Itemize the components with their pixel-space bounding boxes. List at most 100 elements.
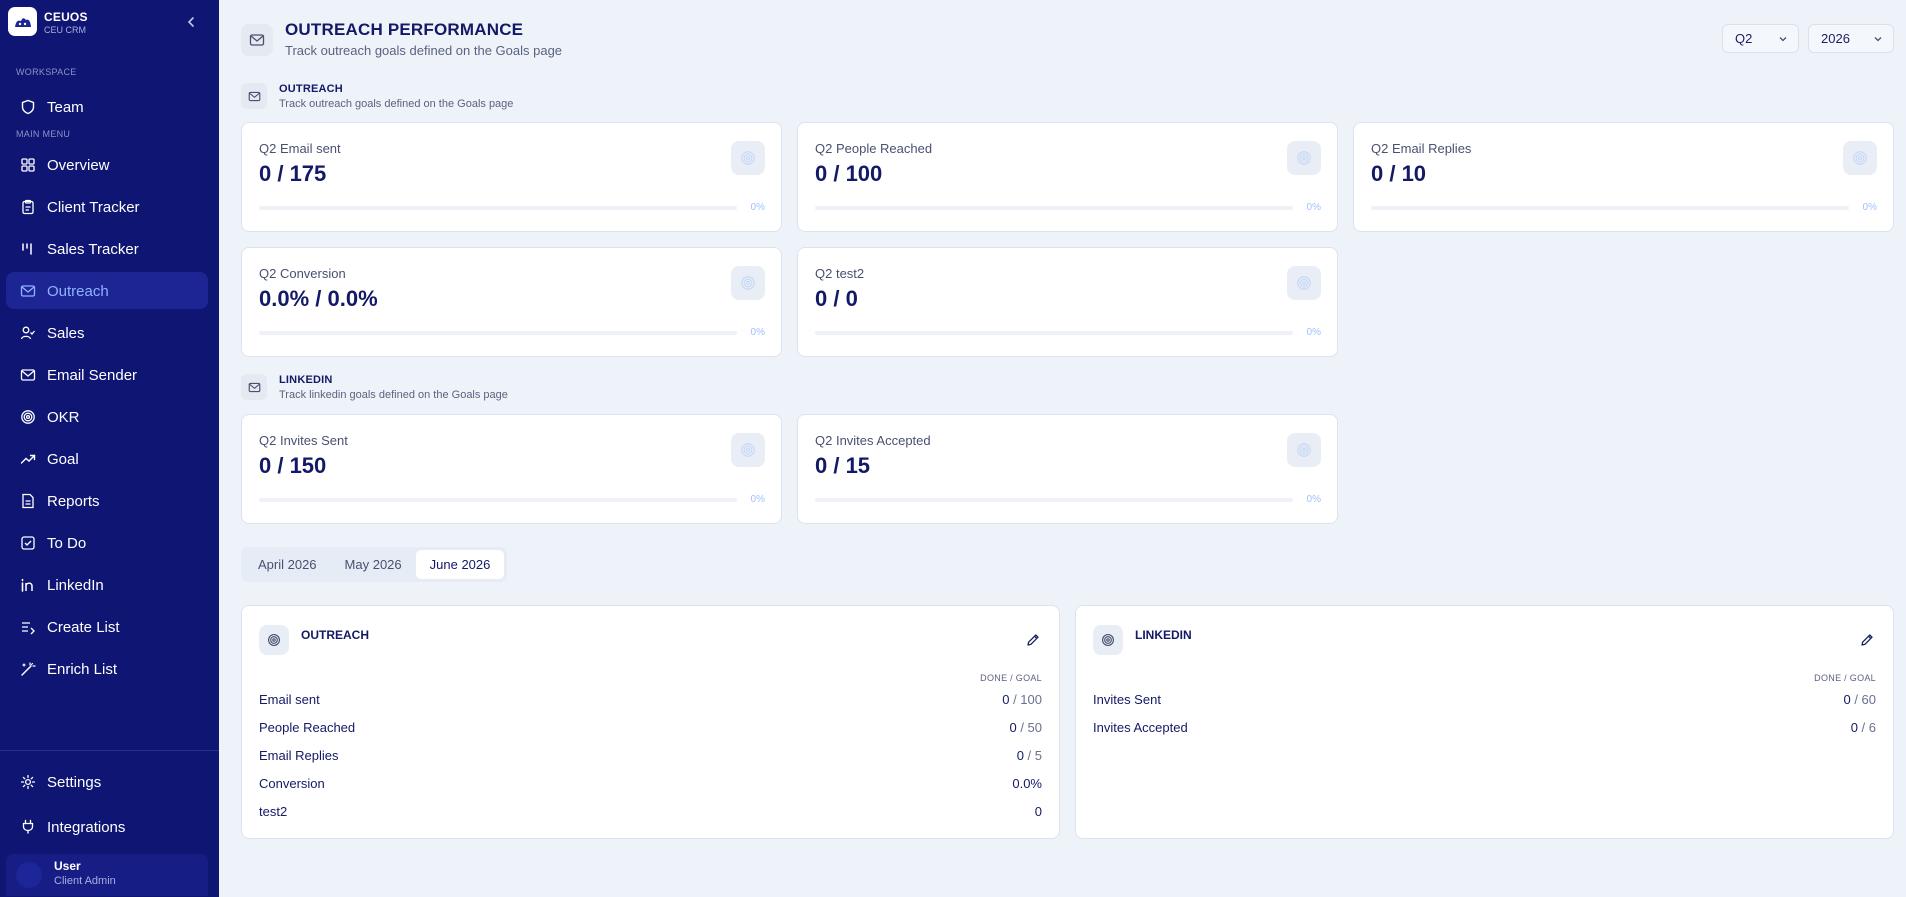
sidebar-item-enrich-list[interactable]: Enrich List bbox=[6, 650, 208, 687]
clipboard-icon bbox=[20, 199, 36, 215]
collapse-sidebar-chevron-left-icon[interactable] bbox=[184, 15, 198, 29]
sidebar-item-goal[interactable]: Goal bbox=[6, 440, 208, 477]
sidebar: CEUOS CEU CRM WORKSPACE Team MAIN MENU O… bbox=[0, 0, 219, 897]
table-row: Email Replies 0 / 5 bbox=[259, 748, 1042, 766]
sidebar-item-label: Enrich List bbox=[47, 661, 118, 678]
kpi-label: Q2 test2 bbox=[815, 266, 865, 281]
row-goal: / 6 bbox=[1857, 720, 1876, 735]
workspace-label: WORKSPACE bbox=[16, 67, 77, 77]
table-row: test2 0 bbox=[259, 804, 1042, 822]
row-metric-name: Email Replies bbox=[259, 748, 339, 763]
kpi-percent: 0% bbox=[1306, 327, 1321, 338]
kpi-value: 0.0% / 0.0% bbox=[259, 286, 378, 311]
sidebar-item-sales-tracker[interactable]: Sales Tracker bbox=[6, 230, 208, 267]
user-role: Client Admin bbox=[54, 875, 116, 887]
brand[interactable]: CEUOS CEU CRM bbox=[8, 7, 211, 37]
row-done-goal: 0.0% bbox=[1012, 776, 1042, 791]
row-done: 0 bbox=[1016, 748, 1024, 763]
table-row: Invites Accepted 0 / 6 bbox=[1093, 720, 1876, 738]
outreach-section-subtitle: Track outreach goals defined on the Goal… bbox=[279, 98, 514, 110]
row-goal: / 50 bbox=[1016, 720, 1042, 735]
list-plus-icon bbox=[20, 619, 36, 635]
target-icon bbox=[1287, 433, 1321, 467]
target-icon bbox=[1287, 141, 1321, 175]
trend-icon bbox=[20, 451, 36, 467]
kpi-label: Q2 Email sent bbox=[259, 141, 341, 156]
linkedin-section-mail-icon bbox=[241, 374, 267, 400]
mail-icon bbox=[20, 367, 36, 383]
table-row: Email sent 0 / 100 bbox=[259, 692, 1042, 710]
sidebar-item-create-list[interactable]: Create List bbox=[6, 608, 208, 645]
kpi-percent: 0% bbox=[750, 202, 765, 213]
progress-bar bbox=[259, 498, 737, 502]
kpi-card: Q2 test2 0 / 0 0% bbox=[797, 247, 1338, 357]
user-profile-card[interactable]: User Client Admin bbox=[6, 854, 208, 896]
sidebar-item-overview[interactable]: Overview bbox=[6, 146, 208, 183]
kpi-label: Q2 Invites Sent bbox=[259, 433, 348, 448]
sidebar-item-label: Overview bbox=[47, 157, 110, 174]
row-done-goal: 0 / 60 bbox=[1843, 692, 1876, 707]
sidebar-item-sales[interactable]: Sales bbox=[6, 314, 208, 351]
quarter-select[interactable]: Q2 bbox=[1722, 24, 1799, 53]
kpi-card: Q2 Email sent 0 / 175 0% bbox=[241, 122, 782, 232]
month-tabs: April 2026 May 2026 June 2026 bbox=[241, 547, 508, 582]
kpi-card: Q2 Invites Sent 0 / 150 0% bbox=[241, 414, 782, 524]
sidebar-item-label: Email Sender bbox=[47, 367, 138, 384]
chevron-down-icon bbox=[1778, 34, 1788, 44]
kpi-value: 0 / 15 bbox=[815, 453, 871, 478]
sidebar-item-reports[interactable]: Reports bbox=[6, 482, 208, 519]
sidebar-item-label: Outreach bbox=[47, 283, 109, 300]
checkbox-icon bbox=[20, 535, 36, 551]
user-name: User bbox=[54, 859, 81, 873]
kpi-card: Q2 Invites Accepted 0 / 15 0% bbox=[797, 414, 1338, 524]
brand-logo-icon bbox=[8, 7, 37, 36]
row-done-goal: 0 / 5 bbox=[1017, 748, 1042, 763]
progress-bar bbox=[1371, 206, 1849, 210]
sidebar-item-label: Sales bbox=[47, 325, 85, 342]
kpi-label: Q2 Email Replies bbox=[1371, 141, 1472, 156]
target-icon bbox=[1093, 625, 1123, 655]
year-select[interactable]: 2026 bbox=[1808, 24, 1894, 53]
sidebar-item-okr[interactable]: OKR bbox=[6, 398, 208, 435]
tab-may-2026[interactable]: May 2026 bbox=[331, 550, 416, 579]
file-icon bbox=[20, 493, 36, 509]
sidebar-item-integrations[interactable]: Integrations bbox=[6, 808, 208, 845]
kpi-label: Q2 Conversion bbox=[259, 266, 346, 281]
linkedin-icon bbox=[20, 577, 36, 593]
progress-bar bbox=[815, 498, 1293, 502]
sidebar-item-label: Reports bbox=[47, 493, 100, 510]
kpi-value: 0 / 10 bbox=[1371, 161, 1427, 186]
kpi-value: 0 / 175 bbox=[259, 161, 327, 186]
outreach-section-mail-icon bbox=[241, 83, 267, 109]
kpi-value: 0 / 150 bbox=[259, 453, 327, 478]
progress-bar bbox=[259, 206, 737, 210]
sidebar-item-label: Client Tracker bbox=[47, 199, 140, 216]
sidebar-item-linkedin[interactable]: LinkedIn bbox=[6, 566, 208, 603]
page-title: OUTREACH PERFORMANCE bbox=[285, 20, 524, 39]
done-goal-header: DONE / GOAL bbox=[980, 673, 1042, 683]
sidebar-item-team[interactable]: Team bbox=[6, 88, 208, 125]
sidebar-item-settings[interactable]: Settings bbox=[6, 763, 208, 800]
done-goal-header: DONE / GOAL bbox=[1814, 673, 1876, 683]
row-done: 0 bbox=[1850, 720, 1858, 735]
row-done: 0.0% bbox=[1012, 776, 1042, 791]
sidebar-item-label: Integrations bbox=[47, 819, 126, 836]
grid-icon bbox=[20, 157, 36, 173]
kpi-value: 0 / 100 bbox=[815, 161, 883, 186]
sidebar-item-label: Create List bbox=[47, 619, 120, 636]
table-row: Invites Sent 0 / 60 bbox=[1093, 692, 1876, 710]
edit-pencil-icon[interactable] bbox=[1859, 632, 1875, 648]
bars-icon bbox=[20, 241, 36, 257]
tab-april-2026[interactable]: April 2026 bbox=[244, 550, 331, 579]
sidebar-item-email-sender[interactable]: Email Sender bbox=[6, 356, 208, 393]
edit-pencil-icon[interactable] bbox=[1025, 632, 1041, 648]
kpi-label: Q2 Invites Accepted bbox=[815, 433, 931, 448]
sidebar-item-outreach[interactable]: Outreach bbox=[6, 272, 208, 309]
tab-june-2026[interactable]: June 2026 bbox=[415, 550, 505, 579]
user-check-icon bbox=[20, 325, 36, 341]
sidebar-item-to-do[interactable]: To Do bbox=[6, 524, 208, 561]
quarter-select-value: Q2 bbox=[1735, 31, 1753, 46]
kpi-label: Q2 People Reached bbox=[815, 141, 933, 156]
target-icon bbox=[1287, 266, 1321, 300]
sidebar-item-client-tracker[interactable]: Client Tracker bbox=[6, 188, 208, 225]
